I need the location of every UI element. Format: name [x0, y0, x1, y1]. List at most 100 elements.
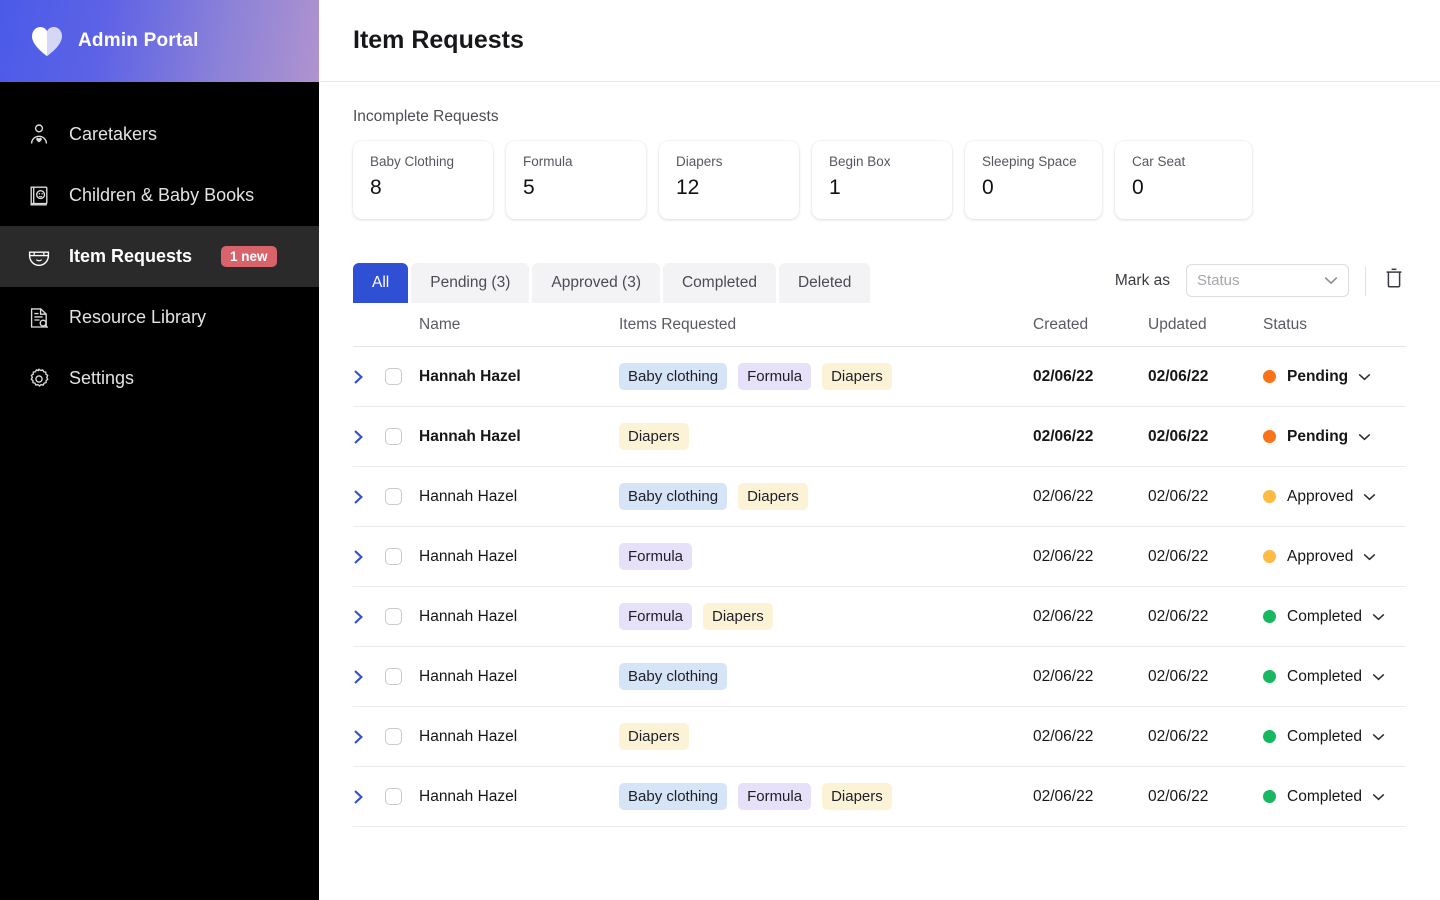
expand-row-icon[interactable] [353, 609, 364, 625]
sidebar-item-settings[interactable]: Settings [0, 348, 319, 409]
table-row[interactable]: Hannah Hazel Baby clothing 02/06/22 02/06/2… [353, 647, 1406, 707]
table-row[interactable]: Hannah Hazel Formula 02/06/22 02/06/22 Appro… [353, 527, 1406, 587]
item-chip: Diapers [738, 483, 808, 510]
row-status[interactable]: Approved [1263, 488, 1406, 506]
expand-row-icon[interactable] [353, 369, 364, 385]
row-status[interactable]: Completed [1263, 608, 1406, 626]
stat-card-baby-clothing[interactable]: Baby Clothing 8 [353, 141, 493, 219]
sidebar-item-item-requests[interactable]: Item Requests 1 new [0, 226, 319, 287]
row-checkbox[interactable] [385, 488, 402, 505]
expand-row-icon[interactable] [353, 549, 364, 565]
row-updated: 02/06/22 [1148, 427, 1209, 445]
row-updated: 02/06/22 [1148, 487, 1209, 505]
sidebar: Admin Portal Caretakers Children & Baby … [0, 0, 319, 900]
incomplete-requests-label: Incomplete Requests [353, 108, 499, 125]
table-row[interactable]: Hannah Hazel Diapers 02/06/22 02/06/22 Pendi… [353, 407, 1406, 467]
sidebar-item-resource-library[interactable]: Resource Library [0, 287, 319, 348]
chevron-down-icon [1324, 272, 1338, 290]
row-checkbox[interactable] [385, 368, 402, 385]
stat-card-car-seat[interactable]: Car Seat 0 [1115, 141, 1252, 219]
table-row[interactable]: Hannah Hazel Baby clothing Formula Diapers 0… [353, 767, 1406, 827]
status-chevron-down-icon[interactable] [1372, 733, 1385, 741]
tab-all[interactable]: All [353, 263, 409, 303]
status-label: Completed [1287, 787, 1362, 805]
row-status[interactable]: Completed [1263, 788, 1406, 806]
column-header-items: Items Requested [619, 315, 737, 333]
stat-card-label: Diapers [676, 154, 723, 169]
item-chip: Baby clothing [619, 483, 728, 510]
delete-button[interactable] [1382, 268, 1406, 294]
expand-row-icon[interactable] [353, 489, 364, 505]
status-label: Completed [1287, 667, 1362, 685]
stat-card-value: 12 [676, 176, 700, 199]
table-row[interactable]: Hannah Hazel Formula Diapers 02/06/22 02/06/… [353, 587, 1406, 647]
row-updated: 02/06/22 [1148, 787, 1209, 805]
sidebar-item-children-baby-books[interactable]: Children & Baby Books [0, 165, 319, 226]
row-checkbox[interactable] [385, 608, 402, 625]
expand-row-icon[interactable] [353, 669, 364, 685]
status-chevron-down-icon[interactable] [1372, 793, 1385, 801]
status-dot-icon [1263, 490, 1276, 503]
status-chevron-down-icon[interactable] [1358, 373, 1371, 381]
sidebar-item-label: Settings [69, 368, 135, 388]
row-name: Hannah Hazel [419, 607, 518, 625]
expand-row-icon[interactable] [353, 789, 364, 805]
row-status[interactable]: Pending [1263, 368, 1406, 386]
tab-pending[interactable]: Pending (3) [411, 263, 530, 303]
tab-deleted[interactable]: Deleted [778, 263, 871, 303]
expand-row-icon[interactable] [353, 729, 364, 745]
row-created: 02/06/22 [1033, 607, 1094, 625]
sidebar-item-label: Resource Library [69, 307, 207, 327]
row-items: Diapers [619, 423, 1033, 450]
row-status[interactable]: Completed [1263, 668, 1406, 686]
item-chip: Diapers [822, 783, 892, 810]
row-checkbox[interactable] [385, 788, 402, 805]
row-status[interactable]: Pending [1263, 428, 1406, 446]
row-checkbox[interactable] [385, 728, 402, 745]
stat-card-diapers[interactable]: Diapers 12 [659, 141, 799, 219]
content-area: Incomplete Requests Baby Clothing 8 Form… [319, 82, 1440, 827]
status-chevron-down-icon[interactable] [1363, 553, 1376, 561]
stat-card-value: 8 [370, 176, 382, 199]
status-chevron-down-icon[interactable] [1358, 433, 1371, 441]
stat-card-value: 0 [1132, 176, 1144, 199]
top-bar: Item Requests [319, 0, 1440, 82]
status-select[interactable]: Status [1186, 264, 1349, 297]
row-checkbox[interactable] [385, 548, 402, 565]
row-created: 02/06/22 [1033, 547, 1094, 565]
heart-logo-icon [30, 25, 64, 57]
expand-row-icon[interactable] [353, 429, 364, 445]
row-updated: 02/06/22 [1148, 667, 1209, 685]
stat-card-formula[interactable]: Formula 5 [506, 141, 646, 219]
row-created: 02/06/22 [1033, 727, 1094, 745]
table-body: Hannah Hazel Baby clothing Formula Diapers 0… [353, 347, 1406, 827]
status-chevron-down-icon[interactable] [1372, 673, 1385, 681]
item-chip: Formula [619, 543, 693, 570]
sidebar-item-caretakers[interactable]: Caretakers [0, 104, 319, 165]
tab-approved[interactable]: Approved (3) [532, 263, 660, 303]
row-checkbox[interactable] [385, 668, 402, 685]
row-updated: 02/06/22 [1148, 607, 1209, 625]
row-created: 02/06/22 [1033, 667, 1094, 685]
item-chip: Formula [738, 783, 812, 810]
table-row[interactable]: Hannah Hazel Baby clothing Diapers 02/06/22… [353, 467, 1406, 527]
row-status[interactable]: Approved [1263, 548, 1406, 566]
table-row[interactable]: Hannah Hazel Baby clothing Formula Diapers 0… [353, 347, 1406, 407]
document-search-icon [26, 305, 52, 331]
status-chevron-down-icon[interactable] [1372, 613, 1385, 621]
table-row[interactable]: Hannah Hazel Diapers 02/06/22 02/06/22 Compl… [353, 707, 1406, 767]
status-chevron-down-icon[interactable] [1363, 493, 1376, 501]
mark-as-label: Mark as [1114, 271, 1170, 289]
brand-title: Admin Portal [78, 30, 199, 51]
stat-card-begin-box[interactable]: Begin Box 1 [812, 141, 952, 219]
stat-card-sleeping-space[interactable]: Sleeping Space 0 [965, 141, 1102, 219]
row-updated: 02/06/22 [1148, 547, 1209, 565]
status-label: Approved [1287, 547, 1354, 565]
column-header-status: Status [1263, 315, 1307, 333]
row-checkbox[interactable] [385, 428, 402, 445]
row-items: Formula Diapers [619, 603, 1033, 630]
row-status[interactable]: Completed [1263, 728, 1406, 746]
tab-completed[interactable]: Completed [662, 263, 776, 303]
baby-book-icon [26, 183, 52, 209]
row-items: Baby clothing [619, 663, 1033, 690]
